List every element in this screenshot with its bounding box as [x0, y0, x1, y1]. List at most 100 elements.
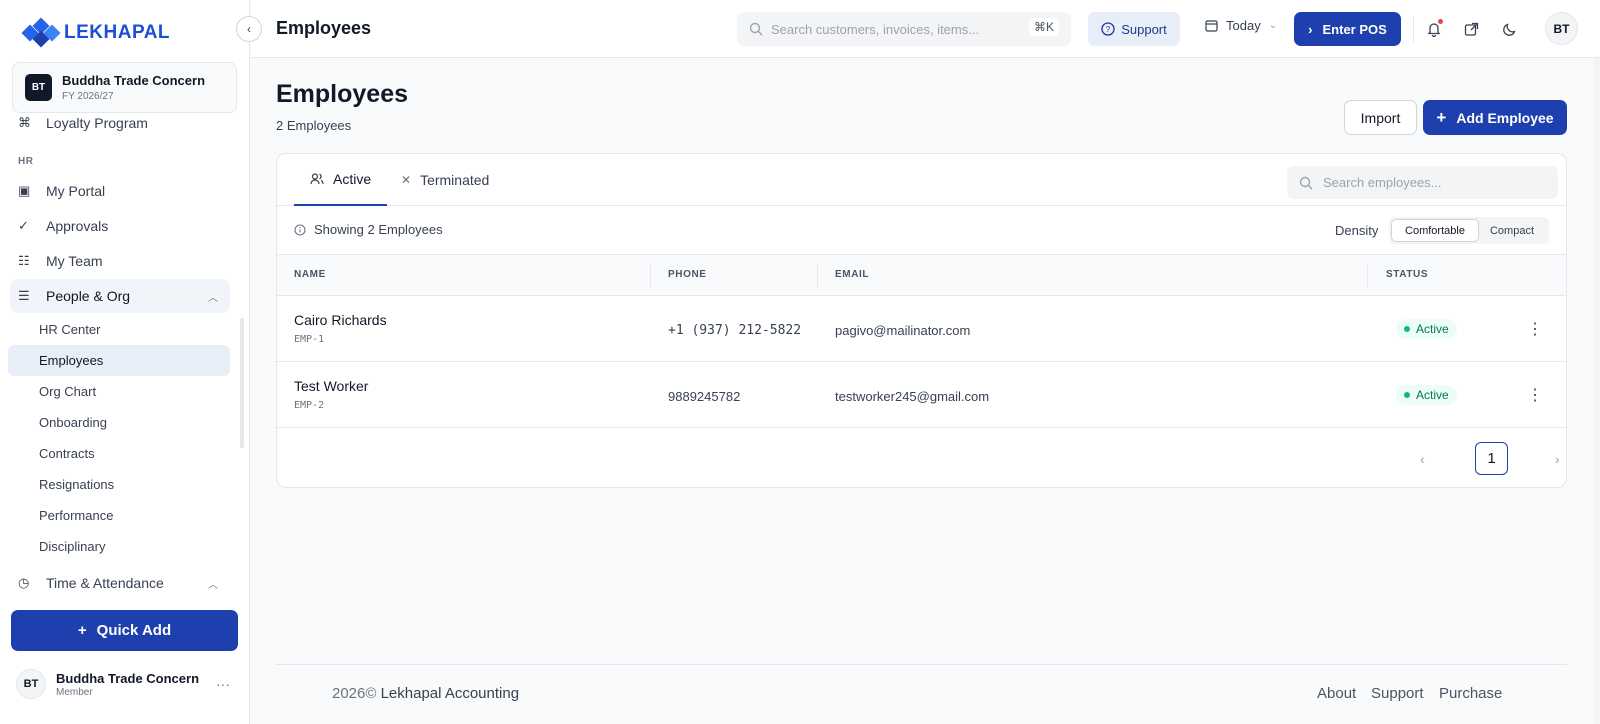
- status-label: Active: [1416, 322, 1449, 336]
- help-circle-icon: ?: [1101, 22, 1115, 36]
- sidebar: LEKHAPAL BT Buddha Trade Concern FY 2026…: [0, 0, 250, 724]
- copyright: 2026© Lekhapal Accounting: [332, 685, 519, 702]
- sidebar-item-time-attendance[interactable]: ◷ Time & Attendance ︿: [10, 566, 230, 600]
- sidebar-item-label: Approvals: [46, 218, 109, 234]
- employee-code: EMP-1: [294, 334, 325, 345]
- search-placeholder: Search customers, invoices, items...: [771, 21, 980, 37]
- column-header-name[interactable]: NAME: [294, 269, 326, 280]
- search-placeholder: Search employees...: [1323, 175, 1442, 190]
- sidebar-subitem-disciplinary[interactable]: Disciplinary: [8, 531, 230, 562]
- tab-terminated[interactable]: ✕ Terminated: [401, 154, 489, 206]
- chevron-left-icon[interactable]: ‹: [1420, 451, 1425, 467]
- sidebar-subitem-contracts[interactable]: Contracts: [8, 438, 230, 469]
- chevron-right-icon[interactable]: ›: [1555, 451, 1560, 467]
- employee-phone: 9889245782: [668, 389, 741, 404]
- moon-icon: [1502, 22, 1516, 36]
- page-number-button[interactable]: 1: [1475, 442, 1508, 475]
- copyright-year: 2026©: [332, 685, 377, 702]
- table-row[interactable]: Cairo Richards EMP-1 +1 (937) 212-5822 p…: [277, 296, 1566, 362]
- sidebar-scrollbar[interactable]: [240, 318, 244, 448]
- info-icon: [294, 223, 306, 236]
- chevron-up-icon: ︿: [208, 292, 218, 304]
- avatar: BT: [16, 669, 46, 699]
- clock-icon: ◷: [18, 575, 29, 590]
- table-header: NAME PHONE EMAIL STATUS: [277, 255, 1566, 296]
- logo-icon: [21, 17, 61, 48]
- page-subtitle: 2 Employees: [276, 118, 352, 133]
- sidebar-subitem-onboarding[interactable]: Onboarding: [8, 407, 230, 438]
- brand-name: LEKHAPAL: [64, 22, 171, 43]
- chevron-left-icon: ‹: [247, 22, 251, 36]
- global-search-input[interactable]: Search customers, invoices, items... ⌘K: [737, 12, 1071, 46]
- import-button[interactable]: Import: [1344, 100, 1417, 135]
- theme-toggle-button[interactable]: [1497, 17, 1521, 41]
- density-comfortable-button[interactable]: Comfortable: [1391, 219, 1479, 242]
- add-employee-label: Add Employee: [1456, 109, 1554, 126]
- sidebar-item-approvals[interactable]: ✓ Approvals: [10, 209, 230, 243]
- tab-active[interactable]: Active: [294, 154, 388, 206]
- sidebar-item-my-team[interactable]: ☷ My Team: [10, 244, 230, 278]
- close-icon: ✕: [401, 173, 412, 187]
- support-button[interactable]: ? Support: [1088, 12, 1180, 46]
- result-count: Showing 2 Employees: [294, 222, 443, 237]
- brand-logo[interactable]: LEKHAPAL: [21, 17, 171, 48]
- search-icon: [749, 22, 763, 36]
- sidebar-subitem-resignations[interactable]: Resignations: [8, 469, 230, 500]
- users-icon: [310, 173, 324, 185]
- sidebar-item-people-org[interactable]: ☰ People & Org ︿: [10, 279, 230, 313]
- quick-add-label: Quick Add: [96, 622, 172, 639]
- employee-name[interactable]: Cairo Richards: [294, 312, 387, 328]
- divider: [1413, 16, 1414, 42]
- footer-link-about[interactable]: About: [1317, 685, 1356, 702]
- employee-search-input[interactable]: Search employees...: [1287, 166, 1558, 199]
- footer-link-purchase[interactable]: Purchase: [1439, 685, 1502, 702]
- density-compact-button[interactable]: Compact: [1479, 219, 1545, 242]
- collapse-sidebar-button[interactable]: ‹: [236, 16, 262, 42]
- page-title: Employees: [276, 18, 372, 38]
- density-toggle: Comfortable Compact: [1389, 217, 1549, 244]
- footer-link-support[interactable]: Support: [1371, 685, 1424, 702]
- org-switcher[interactable]: BT Buddha Trade Concern FY 2026/27: [12, 62, 237, 113]
- sidebar-item-my-portal[interactable]: ▣ My Portal: [10, 174, 230, 208]
- sidebar-subitem-employees[interactable]: Employees: [8, 345, 230, 376]
- enter-pos-button[interactable]: › Enter POS: [1294, 12, 1401, 46]
- page-scrollbar[interactable]: [1594, 58, 1600, 724]
- more-horizontal-icon[interactable]: ···: [216, 676, 230, 692]
- avatar[interactable]: BT: [1545, 12, 1578, 45]
- column-header-email[interactable]: EMAIL: [835, 269, 869, 280]
- sidebar-item-label: My Team: [46, 253, 103, 269]
- add-employee-button[interactable]: + Add Employee: [1423, 100, 1567, 135]
- employees-card: Active ✕ Terminated Search employees... …: [276, 153, 1567, 488]
- notifications-button[interactable]: [1422, 17, 1446, 41]
- calendar-icon: [1205, 20, 1218, 32]
- more-vertical-icon[interactable]: ⋮: [1523, 317, 1547, 341]
- user-name: Buddha Trade Concern: [56, 670, 200, 686]
- shortcut-hint: ⌘K: [1028, 18, 1059, 36]
- team-icon: ☷: [18, 253, 30, 268]
- sidebar-item-label: People & Org: [46, 288, 131, 304]
- open-external-button[interactable]: [1459, 17, 1483, 41]
- column-header-phone[interactable]: PHONE: [668, 269, 707, 280]
- employee-name[interactable]: Test Worker: [294, 378, 368, 394]
- sidebar-item-loyalty-program[interactable]: ⌘ Loyalty Program: [10, 116, 230, 140]
- approvals-icon: ✓: [18, 218, 29, 233]
- status-dot: [1404, 326, 1410, 332]
- column-header-status[interactable]: STATUS: [1386, 269, 1428, 280]
- company-name: Lekhapal Accounting: [380, 685, 520, 702]
- table-row[interactable]: Test Worker EMP-2 9889245782 testworker2…: [277, 362, 1566, 428]
- date-filter-dropdown[interactable]: Today ⌄: [1205, 18, 1277, 33]
- user-profile[interactable]: BT Buddha Trade Concern Member ···: [16, 668, 238, 700]
- quick-add-button[interactable]: + Quick Add: [11, 610, 238, 651]
- sidebar-subitem-hr-center[interactable]: HR Center: [8, 314, 230, 345]
- result-count-label: Showing 2 Employees: [314, 222, 443, 237]
- chevron-right-icon: ›: [1308, 21, 1313, 37]
- page-heading: Employees: [276, 80, 409, 108]
- topbar: Employees Search customers, invoices, it…: [251, 0, 1600, 58]
- support-label: Support: [1121, 21, 1167, 37]
- tab-label: Active: [333, 171, 372, 187]
- column-divider: [1367, 263, 1368, 288]
- sidebar-subitem-performance[interactable]: Performance: [8, 500, 230, 531]
- more-vertical-icon[interactable]: ⋮: [1523, 383, 1547, 407]
- table-toolbar: Showing 2 Employees Density Comfortable …: [277, 206, 1566, 255]
- sidebar-subitem-org-chart[interactable]: Org Chart: [8, 376, 230, 407]
